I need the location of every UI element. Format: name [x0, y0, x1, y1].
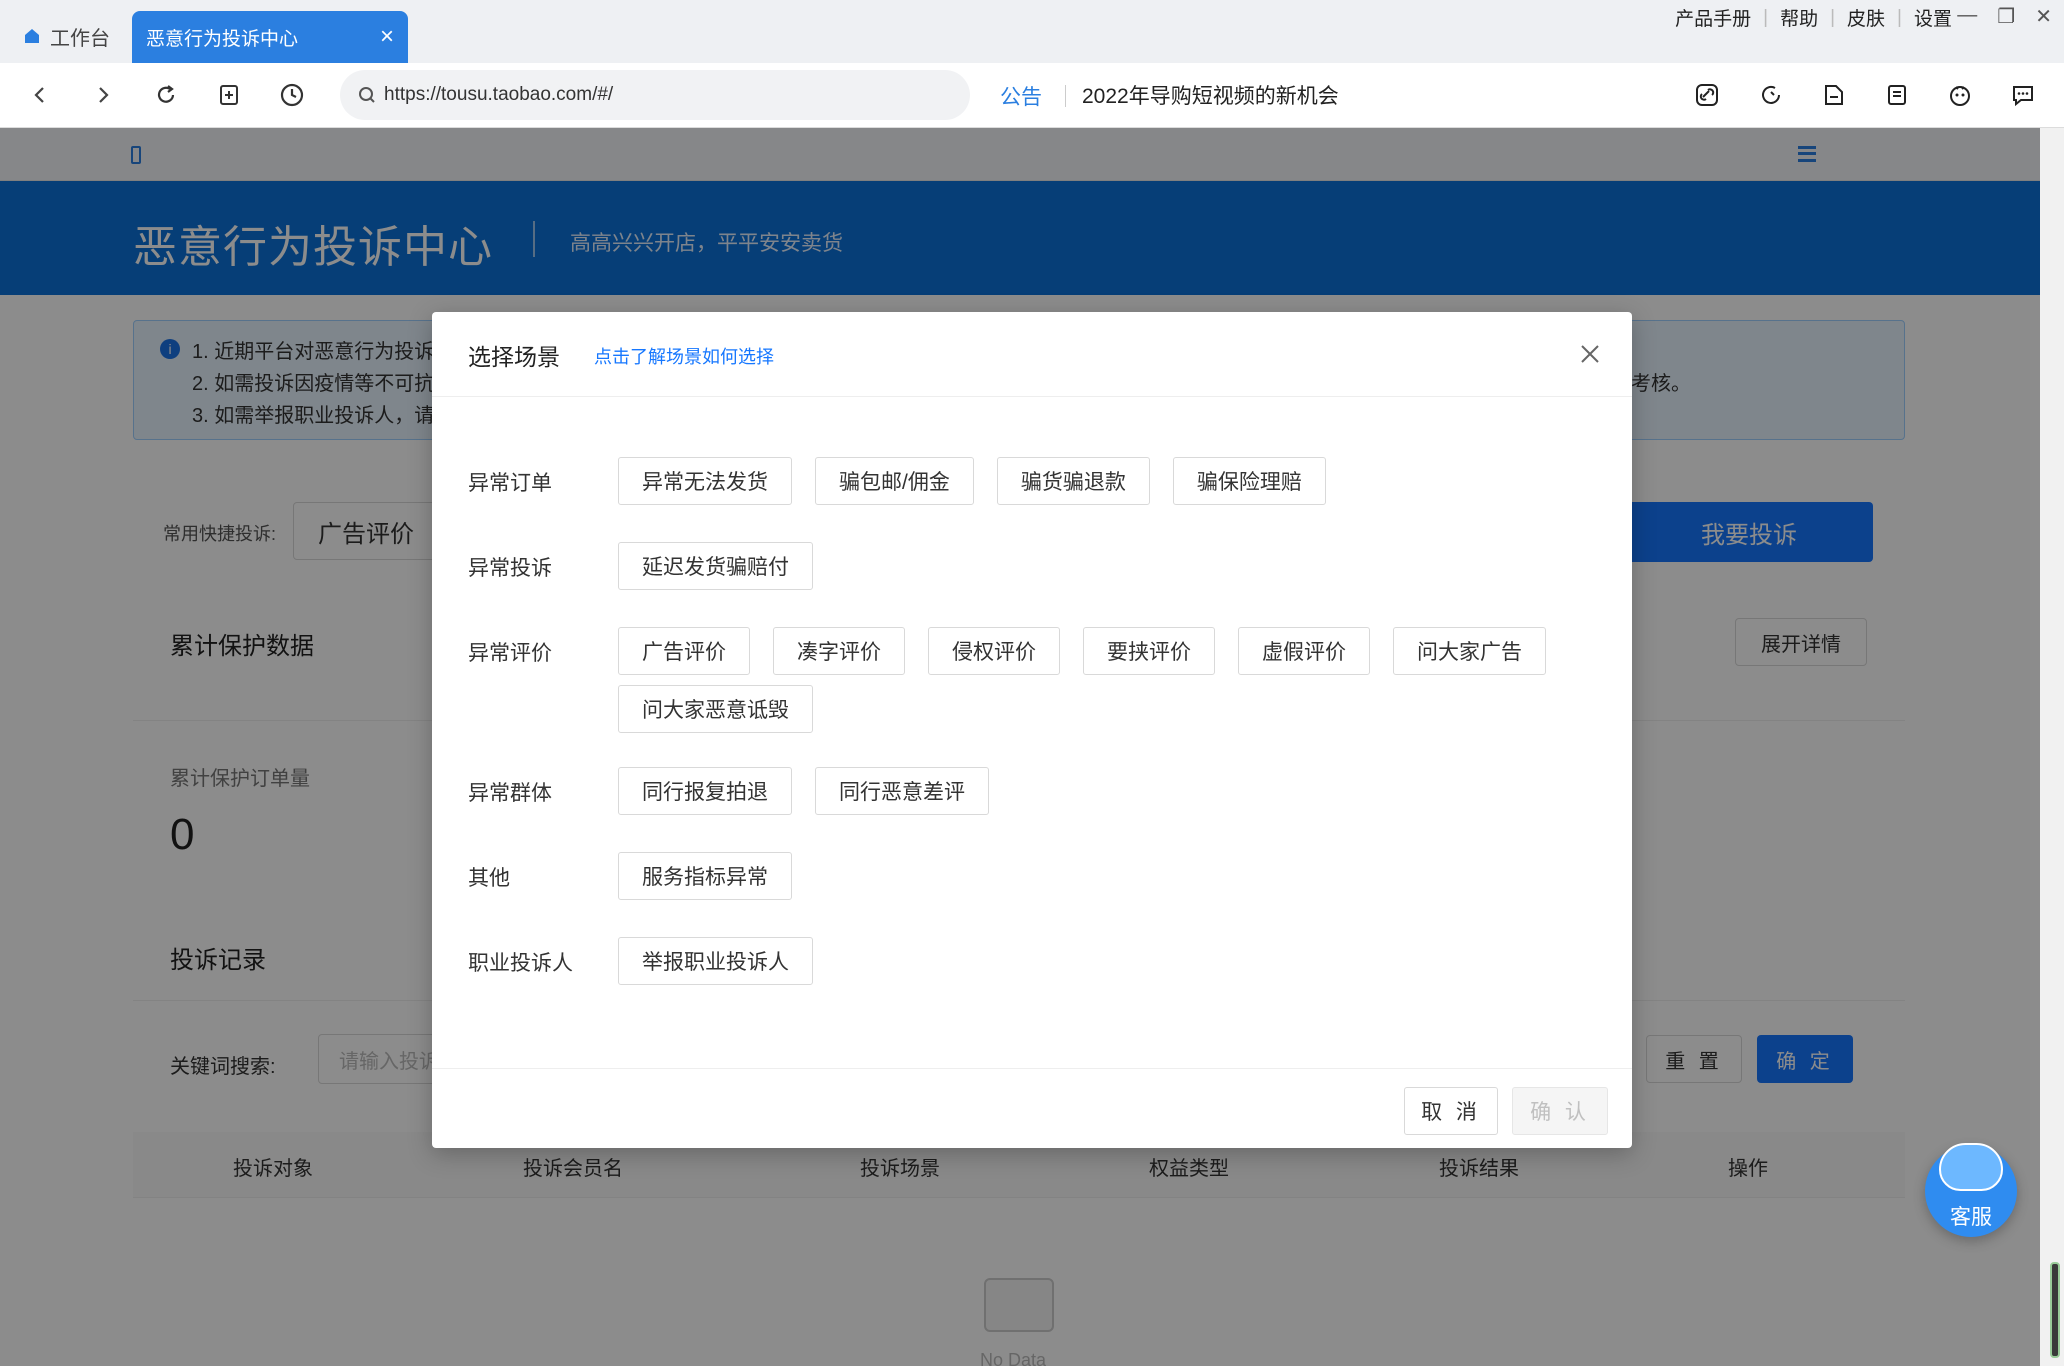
history-icon[interactable]	[274, 77, 310, 113]
scene-group-label: 异常投诉	[468, 557, 552, 580]
confirm-button[interactable]: 确 认	[1512, 1087, 1608, 1135]
search-icon	[359, 87, 375, 103]
address-bar[interactable]: https://tousu.taobao.com/#/	[340, 70, 970, 120]
scene-group-label: 职业投诉人	[468, 952, 573, 975]
window-controls: — ❐ ✕	[1957, 4, 2052, 29]
customer-service-button[interactable]: 客服	[1925, 1143, 2017, 1237]
scene-option[interactable]: 服务指标异常	[618, 852, 792, 900]
scene-option[interactable]: 问大家恶意诋毁	[618, 685, 813, 733]
restore-icon[interactable]: ❐	[1997, 4, 2015, 29]
customer-service-label: 客服	[1950, 1206, 1992, 1229]
refresh-icon[interactable]	[148, 77, 184, 113]
select-scene-modal: 选择场景 点击了解场景如何选择 异常订单 异常无法发货 骗包邮/佣金 骗货骗退款…	[432, 312, 1632, 1148]
scene-group-label: 异常群体	[468, 782, 552, 805]
link-icon[interactable]	[1690, 78, 1724, 112]
link-skin[interactable]: 皮肤	[1847, 4, 1885, 31]
forward-icon[interactable]	[85, 77, 121, 113]
scene-option[interactable]: 延迟发货骗赔付	[618, 542, 813, 590]
link-help[interactable]: 帮助	[1780, 4, 1818, 31]
tab-workbench-label: 工作台	[50, 27, 110, 50]
bot-icon[interactable]	[1943, 78, 1977, 112]
modal-title: 选择场景	[468, 344, 560, 370]
scene-option[interactable]: 异常无法发货	[618, 457, 792, 505]
scene-option[interactable]: 骗货骗退款	[996, 457, 1150, 505]
mascot-icon	[1939, 1143, 2003, 1191]
chat-icon[interactable]	[2006, 78, 2040, 112]
close-icon[interactable]	[1578, 342, 1602, 366]
url-text: https://tousu.taobao.com/#/	[384, 84, 614, 105]
scene-option[interactable]: 骗包邮/佣金	[815, 457, 974, 505]
rotate-icon[interactable]	[1754, 78, 1788, 112]
back-icon[interactable]	[22, 77, 58, 113]
scrollbar-thumb[interactable]	[2050, 1262, 2060, 1358]
scene-option[interactable]: 同行恶意差评	[815, 767, 989, 815]
scene-option[interactable]: 举报职业投诉人	[618, 937, 813, 985]
tab-complaint-center[interactable]: 恶意行为投诉中心 ×	[132, 11, 408, 63]
scene-option[interactable]: 问大家广告	[1393, 627, 1546, 675]
notes-icon[interactable]	[1880, 78, 1914, 112]
scene-option[interactable]: 要挟评价	[1083, 627, 1215, 675]
scene-option[interactable]: 凑字评价	[773, 627, 905, 675]
browser-tab-bar: 工作台 恶意行为投诉中心 × 产品手册 | 帮助 | 皮肤 | 设置 — ❐ ✕	[0, 0, 2064, 63]
notice-headline[interactable]: 2022年导购短视频的新机会	[1082, 80, 1339, 110]
scene-option[interactable]: 侵权评价	[928, 627, 1060, 675]
modal-header: 选择场景 点击了解场景如何选择	[432, 312, 1632, 397]
modal-footer: 取 消 确 认	[432, 1068, 1632, 1148]
tab-complaint-center-label: 恶意行为投诉中心	[146, 28, 299, 50]
tab-workbench[interactable]: 工作台	[22, 22, 110, 50]
scene-option[interactable]: 虚假评价	[1238, 627, 1370, 675]
new-tab-icon[interactable]	[211, 77, 247, 113]
file-icon[interactable]	[1817, 78, 1851, 112]
link-settings[interactable]: 设置	[1914, 4, 1952, 31]
scrollbar[interactable]	[2040, 128, 2064, 1366]
home-icon	[25, 29, 39, 43]
divider: |	[1830, 6, 1836, 28]
scene-help-link[interactable]: 点击了解场景如何选择	[594, 343, 774, 369]
window-links: 产品手册 | 帮助 | 皮肤 | 设置	[1675, 4, 1952, 31]
link-product-manual[interactable]: 产品手册	[1675, 4, 1751, 31]
notice-label[interactable]: 公告	[1000, 81, 1042, 111]
divider	[1065, 85, 1066, 107]
close-window-icon[interactable]: ✕	[2035, 4, 2052, 29]
cancel-button[interactable]: 取 消	[1404, 1087, 1498, 1135]
scene-option[interactable]: 骗保险理赔	[1172, 457, 1326, 505]
divider: |	[1897, 6, 1902, 28]
minimize-icon[interactable]: —	[1957, 4, 1977, 29]
scene-option[interactable]: 广告评价	[618, 627, 750, 675]
tab-close-icon[interactable]: ×	[380, 25, 394, 49]
scene-group-label: 异常订单	[468, 472, 552, 495]
scene-group-label: 其他	[468, 867, 510, 890]
divider: |	[1763, 6, 1769, 28]
scene-option[interactable]: 同行报复拍退	[618, 767, 792, 815]
scene-group-label: 异常评价	[468, 642, 552, 665]
browser-nav-bar: https://tousu.taobao.com/#/ 公告 2022年导购短视…	[0, 63, 2064, 128]
